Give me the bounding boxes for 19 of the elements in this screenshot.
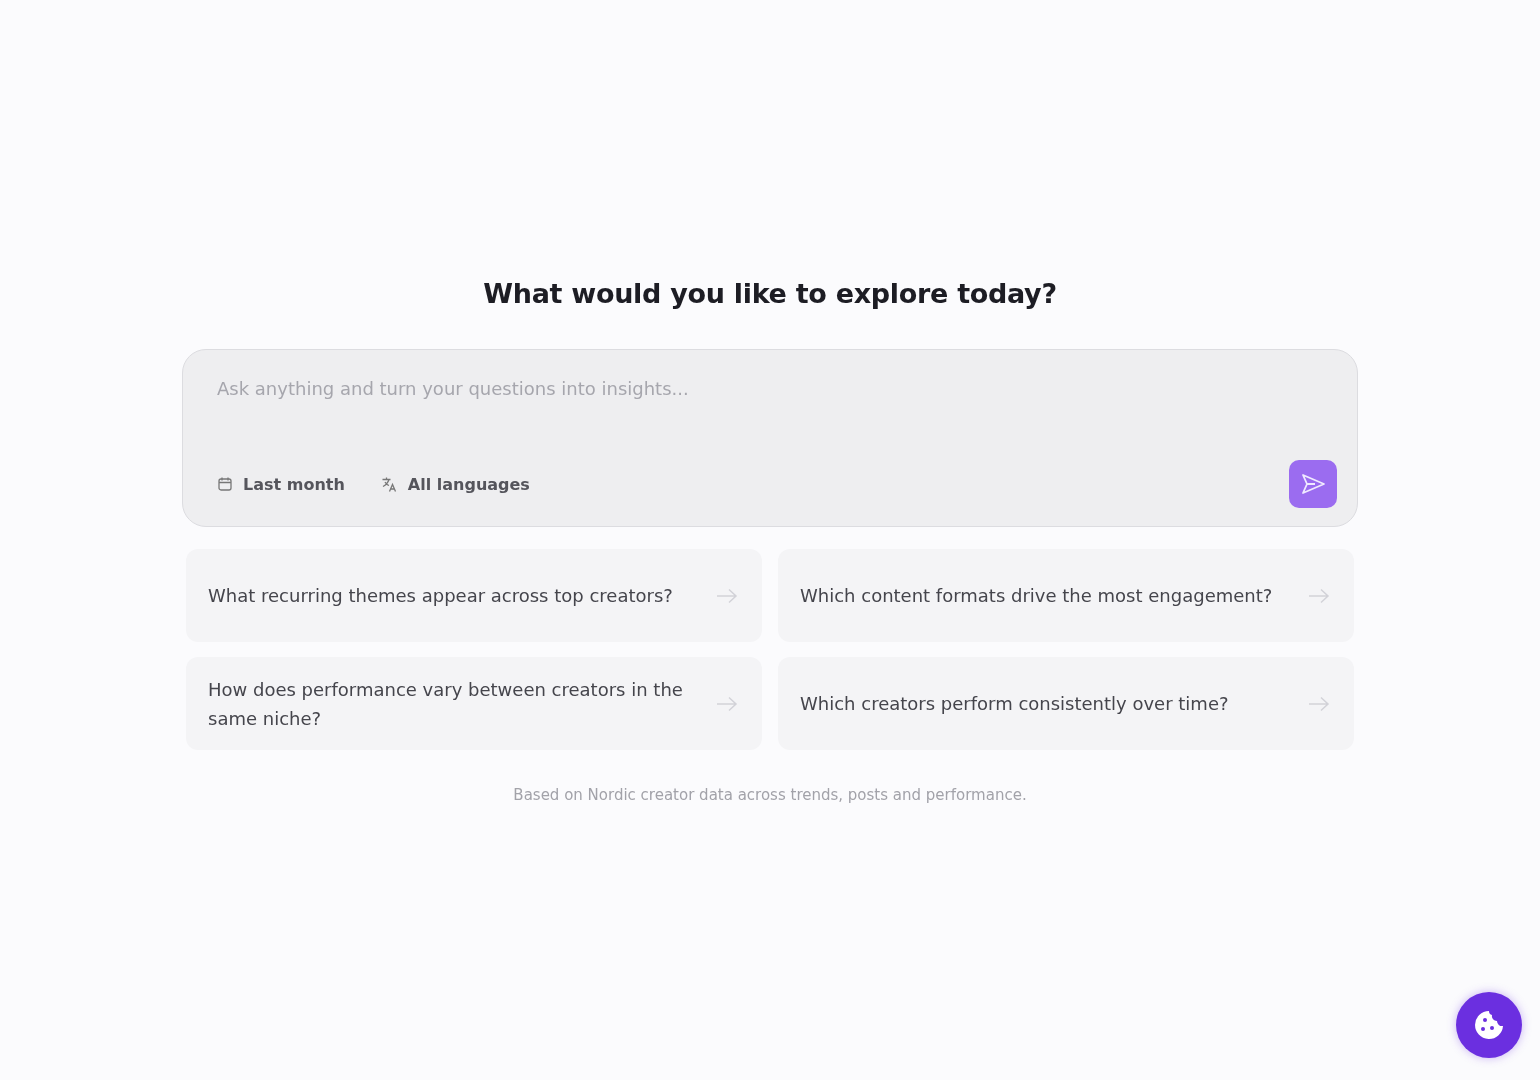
translate-icon (380, 475, 398, 493)
page-heading: What would you like to explore today? (483, 278, 1057, 309)
filter-button[interactable]: Last month (217, 474, 345, 494)
send-icon (1300, 472, 1326, 496)
suggestion-card[interactable]: What recurring themes appear across top creators? (186, 549, 762, 642)
calendar-icon (217, 476, 233, 492)
arrow-icon (1308, 695, 1330, 712)
arrow-icon (716, 695, 738, 712)
cookie-button[interactable] (1456, 992, 1522, 1058)
send-button[interactable] (1289, 460, 1337, 508)
suggestion-card[interactable]: How does performance vary between creators in the same niche? (186, 657, 762, 750)
filter-button[interactable]: All languages (380, 474, 530, 494)
footnote: Based on Nordic creator data across trends, posts and performance. (513, 786, 1027, 804)
prompt-field[interactable]: Ask anything and turn your questions into insights... Last month All languages (182, 349, 1358, 527)
suggestion-card[interactable]: Which creators perform consistently over time? (778, 657, 1354, 750)
cookie-icon (1472, 1008, 1506, 1042)
arrow-icon (1308, 587, 1330, 604)
arrow-icon (716, 587, 738, 604)
suggestion-card[interactable]: Which content formats drive the most engagement? (778, 549, 1354, 642)
